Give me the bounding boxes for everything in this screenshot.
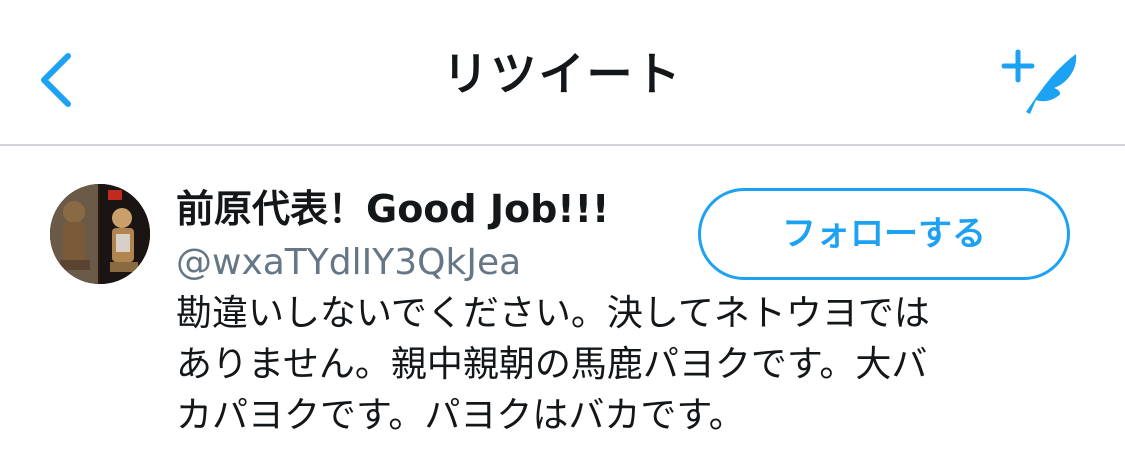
navigation-bar: リツイート xyxy=(0,0,1125,146)
compose-tweet-button[interactable] xyxy=(1000,46,1082,118)
page-title: リツイート xyxy=(442,47,683,101)
compose-tweet-icon xyxy=(1001,49,1077,114)
display-name: 前原代表！Good Job!!! xyxy=(176,187,610,231)
user-cell[interactable]: 前原代表！Good Job!!! @wxaTYdlIY3QkJea フォローする… xyxy=(0,148,1125,460)
avatar[interactable] xyxy=(50,184,150,284)
user-handle: @wxaTYdlIY3QkJea xyxy=(176,242,522,283)
follow-button[interactable]: フォローする xyxy=(698,188,1070,280)
user-bio: 勘違いしないでください。決してネトウヨでは ありません。親中親朝の馬鹿パヨクです… xyxy=(176,293,930,436)
avatar-image xyxy=(50,184,150,284)
